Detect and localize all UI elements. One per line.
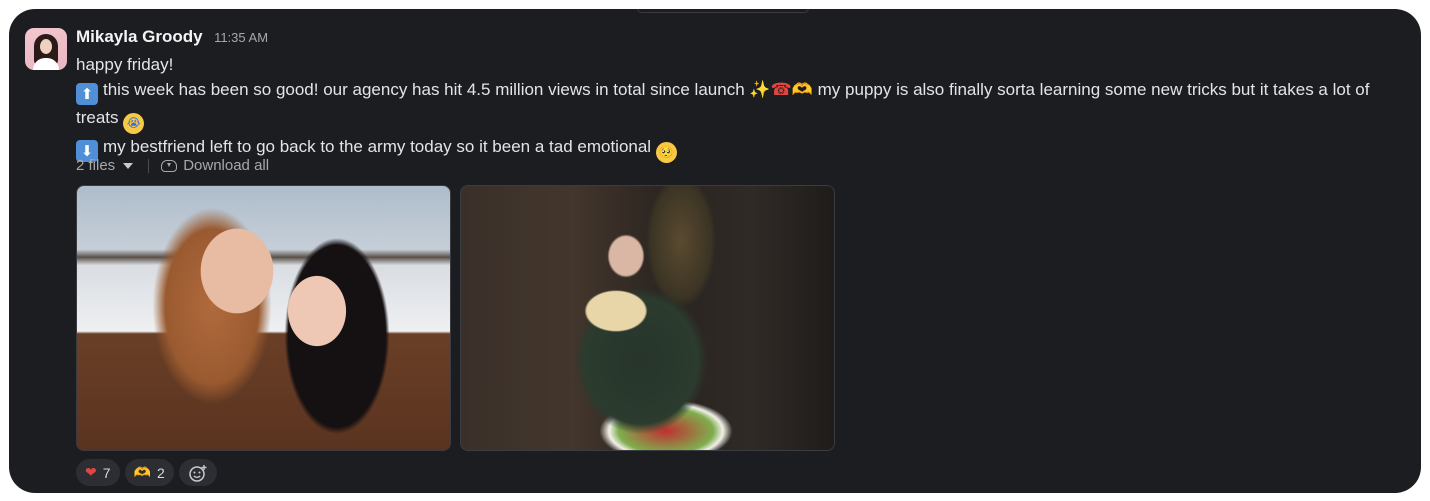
top-handle [637,9,809,13]
caret-down-icon [123,162,134,169]
sender-name[interactable]: Mikayla Groody [76,27,203,46]
files-bar: 2 files Download all [76,157,269,174]
files-toggle[interactable]: 2 files [76,157,134,174]
up-arrow-icon: ⬆ [76,83,98,105]
download-all-button[interactable]: Download all [161,157,269,174]
message-line-2: ⬆ this week has been so good! our agency … [76,77,1396,134]
reaction-heart[interactable]: ❤ 7 [76,459,120,486]
message-line-2-text: this week has been so good! our agency h… [103,80,745,99]
image-attachment-selfie[interactable] [76,185,451,451]
image-attachment-puppy[interactable] [460,185,835,451]
crying-face-icon: 😭 [123,113,145,134]
reaction-count: 2 [156,464,165,481]
pleading-face-icon: 🥺 [655,142,677,163]
message-line-3-text: my bestfriend left to go back to the arm… [103,137,656,156]
message-header: Mikayla Groody 11:35 AM [76,27,268,47]
files-count: 2 files [76,157,116,174]
heart-icon: ❤ [85,464,97,481]
add-emoji-icon [189,464,207,482]
telephone-icon: ☎ [770,80,792,100]
message-line-3: ⬇ my bestfriend left to go back to the ar… [76,134,1396,163]
heart-hands-icon: 🫶 [133,464,151,481]
message-timestamp[interactable]: 11:35 AM [214,30,268,45]
heart-hands-icon: 🫶 [791,80,813,100]
message-body: happy friday! ⬆ this week has been so goo… [76,52,1396,163]
reactions-bar: ❤ 7 🫶 2 [76,459,217,486]
avatar[interactable] [25,28,67,70]
add-reaction-button[interactable] [178,459,217,486]
message-line-1: happy friday! [76,55,174,74]
reaction-count: 7 [102,464,111,481]
message-container: Mikayla Groody 11:35 AM happy friday! ⬆ t… [9,9,1421,493]
divider [148,158,150,173]
download-all-label: Download all [183,157,270,174]
sparkles-icon: ✨ [749,80,771,100]
reaction-heart-hands[interactable]: 🫶 2 [124,459,174,486]
cloud-download-icon [161,159,178,172]
